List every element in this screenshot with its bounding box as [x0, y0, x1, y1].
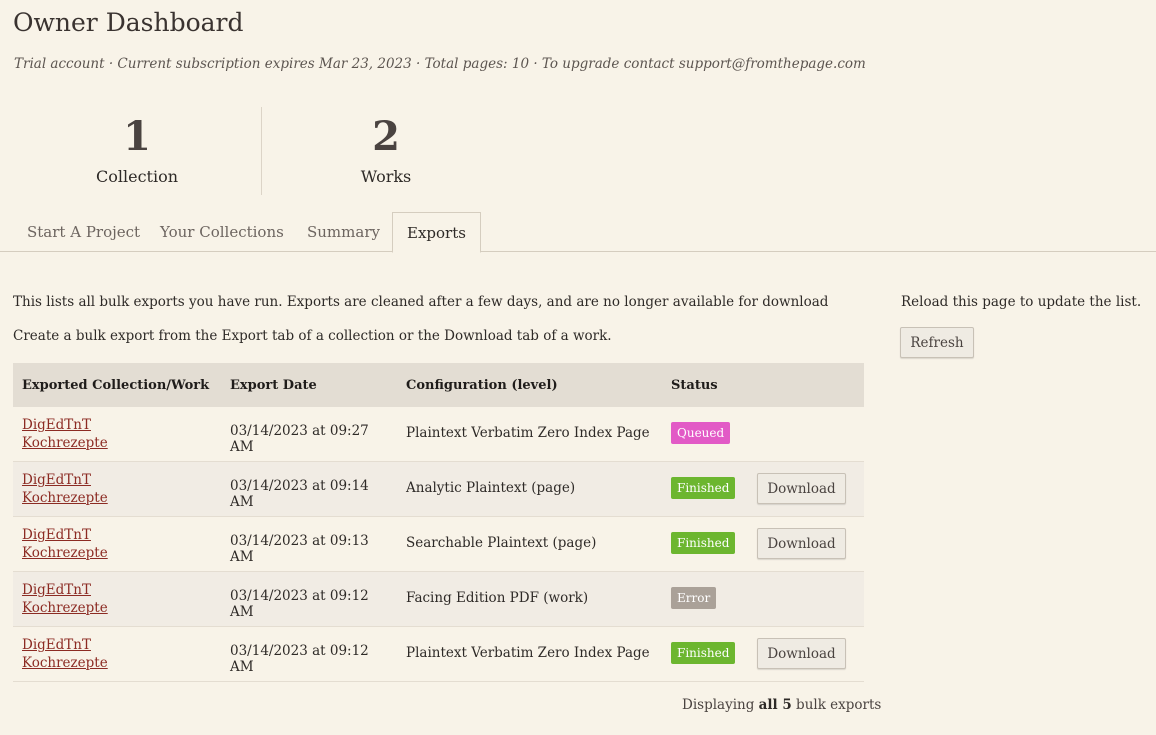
export-count-bold: all 5	[758, 697, 792, 713]
export-date: 03/14/2023 at 09:12 AM	[230, 588, 369, 620]
tab-start-a-project[interactable]: Start A Project	[13, 212, 154, 252]
work-link[interactable]: Kochrezepte	[22, 599, 108, 617]
tab-exports[interactable]: Exports	[392, 212, 481, 253]
cell-action: Download	[748, 626, 864, 682]
cell-date: 03/14/2023 at 09:27 AM	[221, 407, 397, 462]
export-count-suffix: bulk exports	[791, 697, 882, 713]
table-row: DigEdTnT Kochrezepte 03/14/2023 at 09:12…	[13, 626, 864, 682]
tab-summary[interactable]: Summary	[293, 212, 394, 252]
dashboard-tabs: Start A Project Your Collections Summary…	[0, 212, 1156, 253]
download-button[interactable]: Download	[757, 473, 846, 504]
export-date: 03/14/2023 at 09:12 AM	[230, 643, 369, 675]
download-button[interactable]: Download	[757, 528, 846, 559]
header-export-date: Export Date	[221, 363, 397, 407]
cell-action: Download	[748, 516, 864, 572]
refresh-button[interactable]: Refresh	[900, 327, 974, 358]
export-date: 03/14/2023 at 09:14 AM	[230, 478, 369, 510]
export-config: Plaintext Verbatim Zero Index Page	[406, 645, 650, 661]
stat-collections-value: 1	[123, 113, 151, 160]
cell-date: 03/14/2023 at 09:12 AM	[221, 571, 397, 627]
status-badge: Queued	[671, 422, 731, 444]
stat-works-label: Works	[360, 167, 412, 186]
cell-collection-work: DigEdTnT Kochrezepte	[13, 571, 221, 627]
table-header-row: Exported Collection/Work Export Date Con…	[13, 363, 864, 407]
stat-collections: 1 Collection	[13, 107, 261, 195]
cell-status: Finished	[662, 461, 748, 517]
page-title: Owner Dashboard	[13, 8, 244, 37]
cell-action: Download	[748, 461, 864, 517]
work-link[interactable]: Kochrezepte	[22, 434, 108, 452]
export-config: Plaintext Verbatim Zero Index Page	[406, 425, 650, 441]
stats-panel: 1 Collection 2 Works	[13, 107, 510, 195]
account-subtitle: Trial account · Current subscription exp…	[14, 56, 866, 72]
cell-collection-work: DigEdTnT Kochrezepte	[13, 461, 221, 517]
table-row: DigEdTnT Kochrezepte 03/14/2023 at 09:27…	[13, 407, 864, 462]
collection-link[interactable]: DigEdTnT	[22, 471, 91, 489]
header-status: Status	[662, 363, 748, 407]
export-config: Analytic Plaintext (page)	[406, 480, 576, 496]
export-config: Searchable Plaintext (page)	[406, 535, 597, 551]
collection-link[interactable]: DigEdTnT	[22, 581, 91, 599]
stat-works: 2 Works	[261, 107, 510, 195]
export-date: 03/14/2023 at 09:13 AM	[230, 533, 369, 565]
table-row: DigEdTnT Kochrezepte 03/14/2023 at 09:13…	[13, 516, 864, 572]
cell-collection-work: DigEdTnT Kochrezepte	[13, 626, 221, 682]
reload-hint: Reload this page to update the list.	[901, 294, 1142, 310]
stat-collections-label: Collection	[95, 167, 179, 186]
tab-your-collections[interactable]: Your Collections	[146, 212, 298, 252]
cell-action	[748, 571, 864, 627]
table-row: DigEdTnT Kochrezepte 03/14/2023 at 09:14…	[13, 461, 864, 517]
exports-instructions: Create a bulk export from the Export tab…	[13, 328, 612, 344]
status-badge: Finished	[671, 477, 736, 499]
cell-date: 03/14/2023 at 09:13 AM	[221, 516, 397, 572]
cell-config: Plaintext Verbatim Zero Index Page	[397, 626, 662, 682]
download-button[interactable]: Download	[757, 638, 846, 669]
collection-link[interactable]: DigEdTnT	[22, 526, 91, 544]
export-date: 03/14/2023 at 09:27 AM	[230, 423, 369, 455]
header-collection-work: Exported Collection/Work	[13, 363, 221, 407]
cell-status: Error	[662, 571, 748, 627]
work-link[interactable]: Kochrezepte	[22, 489, 108, 507]
cell-date: 03/14/2023 at 09:14 AM	[221, 461, 397, 517]
export-count-prefix: Displaying	[682, 697, 759, 713]
status-badge: Error	[671, 587, 717, 609]
cell-action	[748, 407, 864, 462]
cell-config: Plaintext Verbatim Zero Index Page	[397, 407, 662, 462]
export-count: Displaying all 5 bulk exports	[682, 697, 881, 713]
exports-intro: This lists all bulk exports you have run…	[13, 294, 829, 310]
cell-config: Analytic Plaintext (page)	[397, 461, 662, 517]
status-badge: Finished	[671, 532, 736, 554]
collection-link[interactable]: DigEdTnT	[22, 416, 91, 434]
export-config: Facing Edition PDF (work)	[406, 590, 589, 606]
header-configuration: Configuration (level)	[397, 363, 662, 407]
work-link[interactable]: Kochrezepte	[22, 544, 108, 562]
collection-link[interactable]: DigEdTnT	[22, 636, 91, 654]
cell-collection-work: DigEdTnT Kochrezepte	[13, 516, 221, 572]
table-row: DigEdTnT Kochrezepte 03/14/2023 at 09:12…	[13, 571, 864, 627]
exports-table: Exported Collection/Work Export Date Con…	[13, 363, 864, 682]
work-link[interactable]: Kochrezepte	[22, 654, 108, 672]
status-badge: Finished	[671, 642, 736, 664]
cell-config: Facing Edition PDF (work)	[397, 571, 662, 627]
cell-status: Finished	[662, 626, 748, 682]
cell-status: Queued	[662, 407, 748, 462]
cell-status: Finished	[662, 516, 748, 572]
cell-config: Searchable Plaintext (page)	[397, 516, 662, 572]
cell-date: 03/14/2023 at 09:12 AM	[221, 626, 397, 682]
stat-works-value: 2	[372, 113, 400, 160]
header-actions	[748, 363, 864, 407]
cell-collection-work: DigEdTnT Kochrezepte	[13, 407, 221, 462]
